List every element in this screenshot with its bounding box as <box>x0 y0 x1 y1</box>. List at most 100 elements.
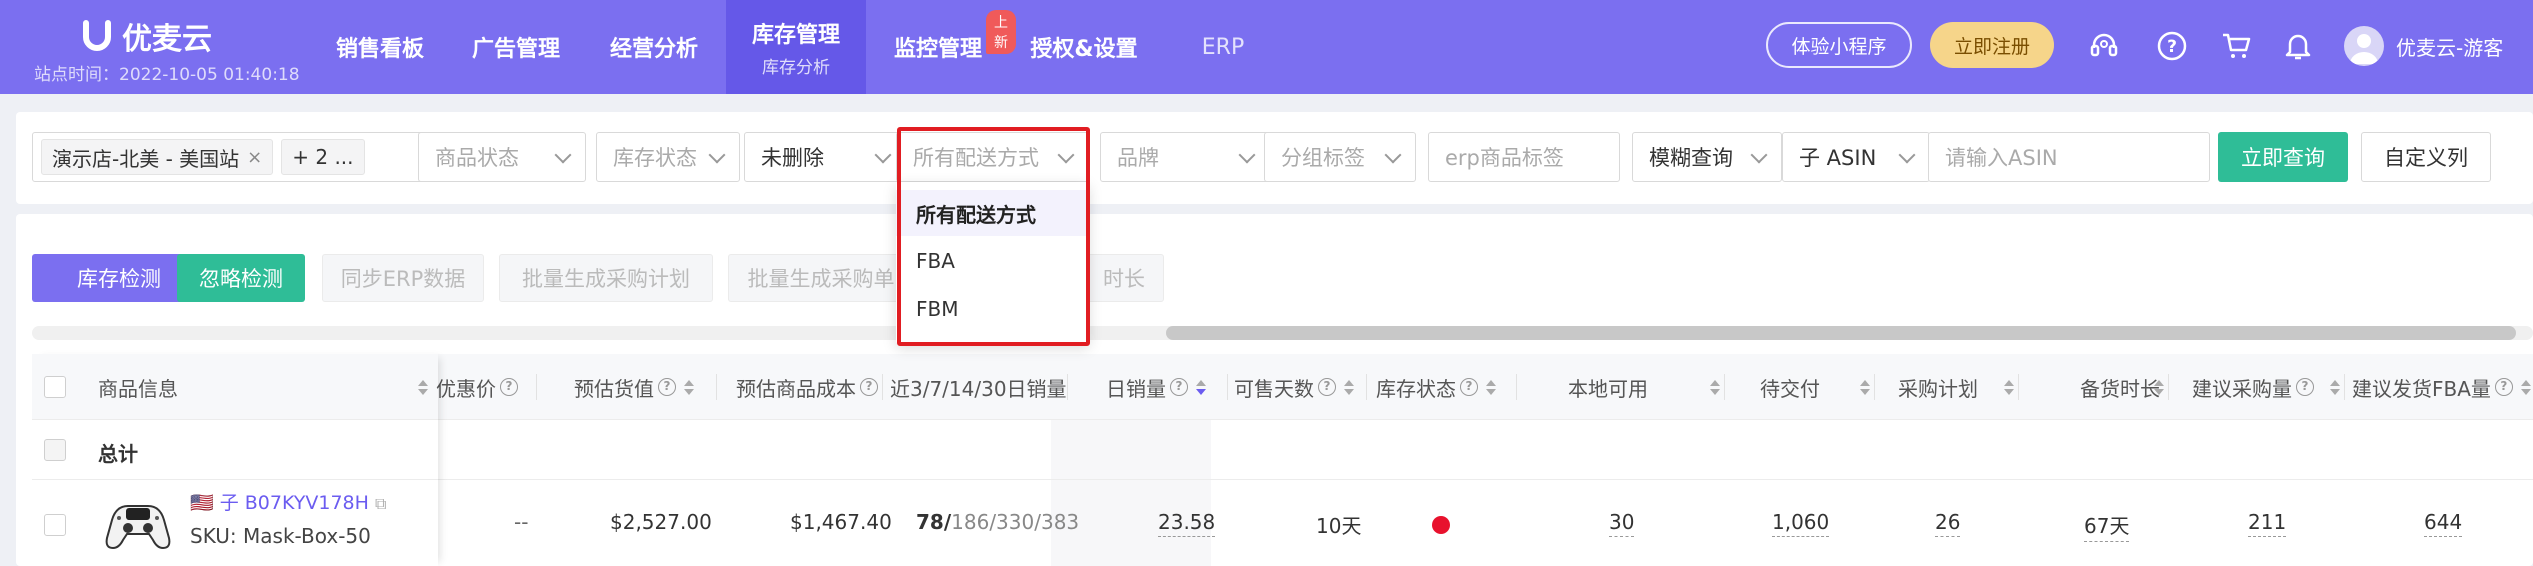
product-status-placeholder: 商品状态 <box>435 146 519 170</box>
sort-icon[interactable] <box>2330 379 2340 395</box>
sales-7-14-30d: 186/330/383 <box>951 510 1080 534</box>
column-divider <box>716 374 717 400</box>
cart-icon[interactable] <box>2218 28 2254 64</box>
help-icon[interactable]: ? <box>658 378 676 396</box>
nav-item-monitor[interactable]: 监控管理 上新 <box>874 0 1016 94</box>
shop-tag-label: 演示店-北美 - 美国站 <box>52 146 240 171</box>
headset-icon[interactable] <box>2086 28 2122 64</box>
help-icon[interactable]: ? <box>2296 378 2314 396</box>
cell-suggest-purchase[interactable]: 211 <box>2248 510 2287 537</box>
sort-icon[interactable] <box>684 379 694 395</box>
th-sort[interactable] <box>1852 354 1870 420</box>
asin-type-select[interactable]: 子 ASIN <box>1782 132 1930 182</box>
custom-columns-button[interactable]: 自定义列 <box>2361 132 2491 182</box>
deleted-value: 未删除 <box>761 146 824 170</box>
th-sales-periods: 近3/7/14/30日销量 <box>890 354 1067 420</box>
highlight-box <box>897 127 1090 346</box>
th-sort[interactable] <box>2146 354 2164 420</box>
sync-erp-button[interactable]: 同步ERP数据 <box>322 254 484 302</box>
help-icon[interactable]: ? <box>860 378 878 396</box>
header-label: 采购计划 <box>1898 376 1978 401</box>
batch-purchase-plan-button[interactable]: 批量生成采购计划 <box>499 254 713 302</box>
header-label: 日销量 <box>1106 376 1166 401</box>
register-button[interactable]: 立即注册 <box>1930 22 2054 68</box>
fuzzy-query-select[interactable]: 模糊查询 <box>1632 132 1782 182</box>
batch-purchase-order-button[interactable]: 批量生成采购单 <box>728 254 914 302</box>
help-icon[interactable]: ? <box>2494 378 2513 396</box>
nav-item-label: 经营分析 <box>609 37 698 62</box>
th-est-cost: 预估商品成本? <box>736 354 878 420</box>
deleted-select[interactable]: 未删除 <box>744 132 906 182</box>
scrollbar-thumb[interactable] <box>1166 326 2516 340</box>
sort-icon[interactable] <box>2004 379 2014 395</box>
th-est-value: 预估货值? <box>574 354 694 420</box>
cell-est-value: $2,527.00 <box>610 510 712 534</box>
svg-text:?: ? <box>2167 37 2177 57</box>
chevron-down-icon <box>1898 146 1916 164</box>
help-icon[interactable]: ? <box>1460 378 1478 396</box>
query-button[interactable]: 立即查询 <box>2218 132 2348 182</box>
logo-icon <box>80 19 114 53</box>
logo[interactable]: 优麦云 <box>80 14 212 58</box>
th-sort[interactable] <box>2322 354 2340 420</box>
site-time: 站点时间：2022-10-05 01:40:18 <box>34 65 300 85</box>
cell-discount: -- <box>514 510 529 534</box>
header-label: 近3/7/14/30日销量 <box>890 376 1067 401</box>
help-icon[interactable]: ? <box>1318 378 1336 396</box>
cell-suggest-fba[interactable]: 644 <box>2424 510 2463 537</box>
nav-item-business-analysis[interactable]: 经营分析 <box>590 0 718 94</box>
ignore-check-button[interactable]: 忽略检测 <box>177 254 305 302</box>
header-label: 本地可用 <box>1568 376 1648 401</box>
nav-item-label: ERP <box>1201 34 1245 60</box>
nav-item-inventory[interactable]: 库存管理 库存分析 <box>726 0 866 94</box>
nav-item-erp[interactable]: ERP <box>1180 0 1266 94</box>
th-sort[interactable] <box>1702 354 1720 420</box>
nav-item-sales-board[interactable]: 销售看板 <box>316 0 444 94</box>
asin-input[interactable]: 请输入ASIN <box>1928 132 2210 182</box>
bell-icon[interactable] <box>2280 28 2316 64</box>
shop-tag: 演示店-北美 - 美国站 × <box>41 139 274 175</box>
nav-item-auth-settings[interactable]: 授权&设置 <box>1016 0 1152 94</box>
cell-daily-sales[interactable]: 23.58 <box>1158 510 1216 537</box>
header-label: 优惠价 <box>436 376 496 401</box>
shop-select[interactable]: 演示店-北美 - 美国站 × + 2 ... <box>32 132 436 182</box>
sort-icon[interactable] <box>1344 379 1354 395</box>
user-name[interactable]: 优麦云-游客 <box>2396 32 2503 61</box>
cell-pending-delivery[interactable]: 1,060 <box>1772 510 1830 537</box>
sort-icon[interactable] <box>1486 379 1496 395</box>
erp-tag-input[interactable]: erp商品标签 <box>1428 132 1620 182</box>
close-icon[interactable]: × <box>247 147 262 168</box>
cell-stock-duration[interactable]: 67天 <box>2084 510 2130 542</box>
sort-icon[interactable] <box>1860 379 1870 395</box>
help-icon[interactable]: ? <box>1170 378 1188 396</box>
nav-item-ads[interactable]: 广告管理 <box>452 0 580 94</box>
stock-status-select[interactable]: 库存状态 <box>596 132 740 182</box>
th-sort[interactable] <box>1996 354 2014 420</box>
sort-icon[interactable] <box>2154 379 2164 395</box>
sales-3d: 78/ <box>916 510 952 534</box>
help-icon[interactable]: ? <box>500 378 518 396</box>
cell-local-available[interactable]: 30 <box>1609 510 1635 537</box>
mini-program-button[interactable]: 体验小程序 <box>1766 22 1912 68</box>
group-tag-select[interactable]: 分组标签 <box>1264 132 1416 182</box>
chevron-down-icon <box>554 146 572 164</box>
product-status-select[interactable]: 商品状态 <box>418 132 586 182</box>
header-label: 预估商品成本 <box>736 376 856 401</box>
brand-select[interactable]: 品牌 <box>1100 132 1270 182</box>
filter-panel: 演示店-北美 - 美国站 × + 2 ... 商品状态 库存状态 未删除 所有配送… <box>16 112 2533 204</box>
sort-icon[interactable] <box>2520 379 2531 395</box>
stock-duration-button[interactable]: 时长 <box>1084 254 1164 302</box>
sort-icon[interactable] <box>1710 379 1720 395</box>
th-stock-status: 库存状态? <box>1376 354 1496 420</box>
column-divider <box>2344 374 2345 400</box>
asin-type-value: 子 ASIN <box>1799 146 1877 170</box>
cell-purchase-plan[interactable]: 26 <box>1935 510 1961 537</box>
avatar[interactable] <box>2344 26 2384 66</box>
column-divider <box>882 374 883 400</box>
nav-item-label: 库存管理 <box>751 22 840 48</box>
main-panel: 库存检测 忽略检测 同步ERP数据 批量生成采购计划 批量生成采购单 时长 商品… <box>16 214 2533 566</box>
th-purchase-plan: 采购计划 <box>1898 354 1978 420</box>
sort-desc-icon[interactable] <box>1196 379 1206 395</box>
group-tag-placeholder: 分组标签 <box>1281 146 1365 170</box>
help-icon[interactable]: ? <box>2154 28 2190 64</box>
